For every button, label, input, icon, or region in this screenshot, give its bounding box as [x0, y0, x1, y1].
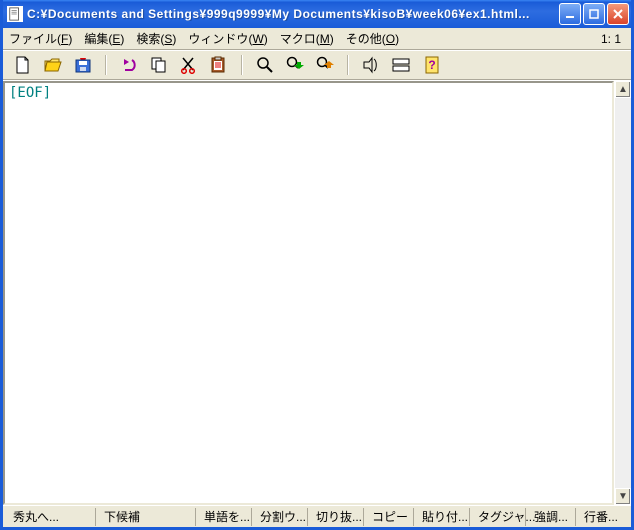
maximize-button[interactable] — [583, 3, 605, 25]
cursor-position: 1: 1 — [601, 32, 625, 46]
cut-button[interactable] — [179, 55, 199, 75]
scroll-track[interactable] — [615, 98, 631, 488]
status-tango[interactable]: 単語を... — [195, 508, 251, 526]
save-button[interactable] — [73, 55, 93, 75]
menu-edit[interactable]: 編集(E) — [84, 30, 124, 47]
undo-button[interactable] — [119, 55, 139, 75]
new-file-button[interactable] — [13, 55, 33, 75]
separator — [241, 55, 243, 75]
scroll-down-button[interactable]: ▼ — [615, 488, 631, 505]
status-shitakouho[interactable]: 下候補 — [95, 508, 195, 526]
find-prev-button[interactable] — [315, 55, 335, 75]
help-button[interactable]: ? — [421, 55, 441, 75]
menu-other[interactable]: その他(O) — [346, 30, 399, 47]
tag-jump-button[interactable] — [361, 55, 381, 75]
close-button[interactable] — [607, 3, 629, 25]
app-icon — [7, 6, 23, 22]
scroll-up-button[interactable]: ▲ — [615, 81, 631, 98]
statusbar: 秀丸へ... 下候補 単語を... 分割ウ... 切り抜... コピー 貼り付.… — [3, 505, 631, 527]
menu-macro[interactable]: マクロ(M) — [280, 30, 334, 47]
window-title: C:¥Documents and Settings¥999q9999¥My Do… — [27, 7, 555, 21]
editor-pane[interactable]: [EOF] — [3, 81, 614, 505]
window-controls — [559, 3, 629, 25]
menu-window[interactable]: ウィンドウ(W) — [188, 30, 267, 47]
status-tagjump[interactable]: タグジャ... — [469, 508, 525, 526]
vertical-scrollbar[interactable]: ▲ ▼ — [614, 81, 631, 505]
status-bunkatsu[interactable]: 分割ウ... — [251, 508, 307, 526]
status-copy[interactable]: コピー — [363, 508, 413, 526]
menu-file[interactable]: ファイル(F) — [9, 30, 72, 47]
content-area: [EOF] ▲ ▼ — [3, 80, 631, 505]
paste-button[interactable] — [209, 55, 229, 75]
svg-text:?: ? — [428, 58, 435, 72]
status-paste[interactable]: 貼り付... — [413, 508, 469, 526]
open-file-button[interactable] — [43, 55, 63, 75]
toolbar: ? — [3, 50, 631, 80]
find-next-button[interactable] — [285, 55, 305, 75]
separator — [105, 55, 107, 75]
find-button[interactable] — [255, 55, 275, 75]
titlebar[interactable]: C:¥Documents and Settings¥999q9999¥My Do… — [3, 0, 631, 28]
separator — [347, 55, 349, 75]
minimize-button[interactable] — [559, 3, 581, 25]
status-kyouchou[interactable]: 強調... — [525, 508, 575, 526]
status-hidemaru[interactable]: 秀丸へ... — [5, 508, 95, 526]
menubar: ファイル(F) 編集(E) 検索(S) ウィンドウ(W) マクロ(M) その他(… — [3, 28, 631, 50]
eof-marker: [EOF] — [9, 85, 51, 101]
split-window-button[interactable] — [391, 55, 411, 75]
menu-search[interactable]: 検索(S) — [136, 30, 176, 47]
status-gyouban[interactable]: 行番... — [575, 508, 629, 526]
application-window: C:¥Documents and Settings¥999q9999¥My Do… — [0, 0, 634, 530]
status-kirinuki[interactable]: 切り抜... — [307, 508, 363, 526]
copy-button[interactable] — [149, 55, 169, 75]
